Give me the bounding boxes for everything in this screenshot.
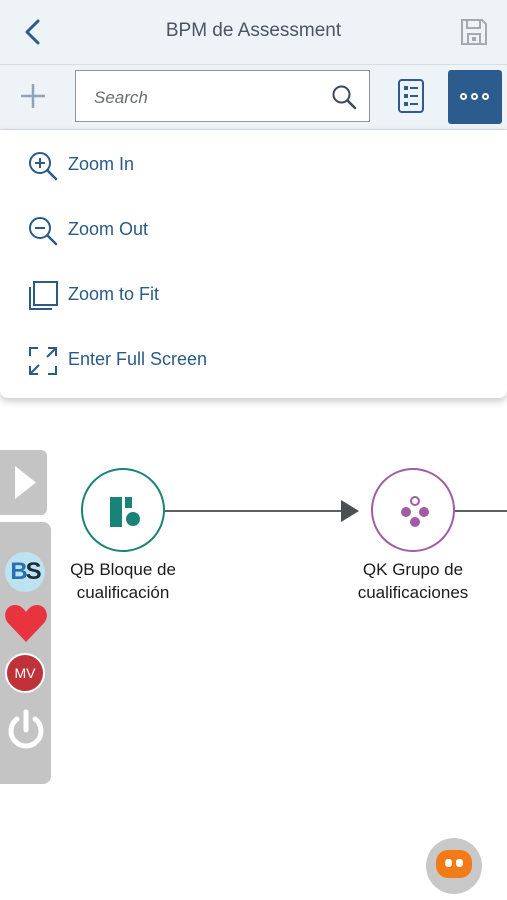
bs-badge-b: B	[10, 558, 27, 585]
connector-line	[165, 510, 343, 512]
node-label-qk: QK Grupo de cualificaciones	[328, 558, 498, 604]
overflow-menu: Zoom In Zoom Out Zoom to Fit Enter Full …	[0, 130, 507, 398]
plus-icon	[21, 84, 45, 108]
more-horizontal-icon	[482, 93, 489, 100]
list-icon	[398, 79, 424, 113]
more-horizontal-icon	[460, 93, 467, 100]
side-panel-toggle[interactable]	[0, 450, 47, 515]
node-label-line: cualificación	[76, 583, 170, 602]
heart-icon[interactable]	[4, 602, 48, 644]
save-icon	[461, 19, 487, 45]
more-horizontal-icon	[471, 93, 478, 100]
chatbot-button[interactable]	[426, 838, 482, 894]
zoom-in-icon	[29, 152, 58, 181]
node-label-line: QK Grupo de	[362, 560, 464, 579]
menu-item-label: Zoom Out	[68, 219, 149, 239]
menu-item-zoom-out[interactable]: Zoom Out	[0, 195, 507, 260]
node-label-qb: QB Bloque de cualificación	[38, 558, 208, 604]
connector-line	[455, 510, 507, 512]
search-box	[75, 70, 370, 122]
group-icon	[401, 496, 429, 527]
header-bar: BPM de Assessment	[0, 0, 507, 65]
more-button[interactable]	[448, 70, 502, 124]
node-label-line: QB Bloque de	[70, 560, 176, 579]
arrow-head	[341, 500, 359, 522]
avatar[interactable]: MV	[5, 653, 45, 693]
page-title: BPM de Assessment	[165, 20, 342, 41]
menu-item-enter-full-screen[interactable]: Enter Full Screen	[0, 325, 507, 390]
diagram-node-qk[interactable]	[371, 468, 455, 552]
menu-item-label: Zoom In	[68, 154, 135, 174]
menu-item-label: Enter Full Screen	[68, 349, 208, 369]
play-arrow-icon	[15, 466, 36, 499]
back-button[interactable]	[18, 16, 50, 48]
zoom-to-fit-icon	[29, 281, 58, 310]
zoom-out-icon	[29, 217, 58, 246]
full-screen-icon	[29, 347, 57, 375]
robot-eye	[456, 859, 463, 867]
robot-eye	[445, 859, 452, 867]
block-icon	[110, 497, 140, 527]
toolbar	[0, 65, 507, 130]
save-button[interactable]	[457, 15, 491, 49]
menu-item-label: Zoom to Fit	[68, 284, 160, 304]
menu-item-zoom-to-fit[interactable]: Zoom to Fit	[0, 260, 507, 325]
diagram-node-qb[interactable]	[81, 468, 165, 552]
power-icon[interactable]	[4, 708, 48, 752]
add-button[interactable]	[16, 79, 50, 113]
robot-icon	[436, 850, 472, 878]
node-label-line: cualificaciones	[357, 583, 469, 602]
search-input[interactable]	[92, 83, 326, 113]
chevron-left-icon	[25, 19, 40, 45]
search-icon[interactable]	[331, 84, 357, 110]
list-button[interactable]	[395, 78, 427, 114]
menu-item-zoom-in[interactable]: Zoom In	[0, 130, 507, 195]
